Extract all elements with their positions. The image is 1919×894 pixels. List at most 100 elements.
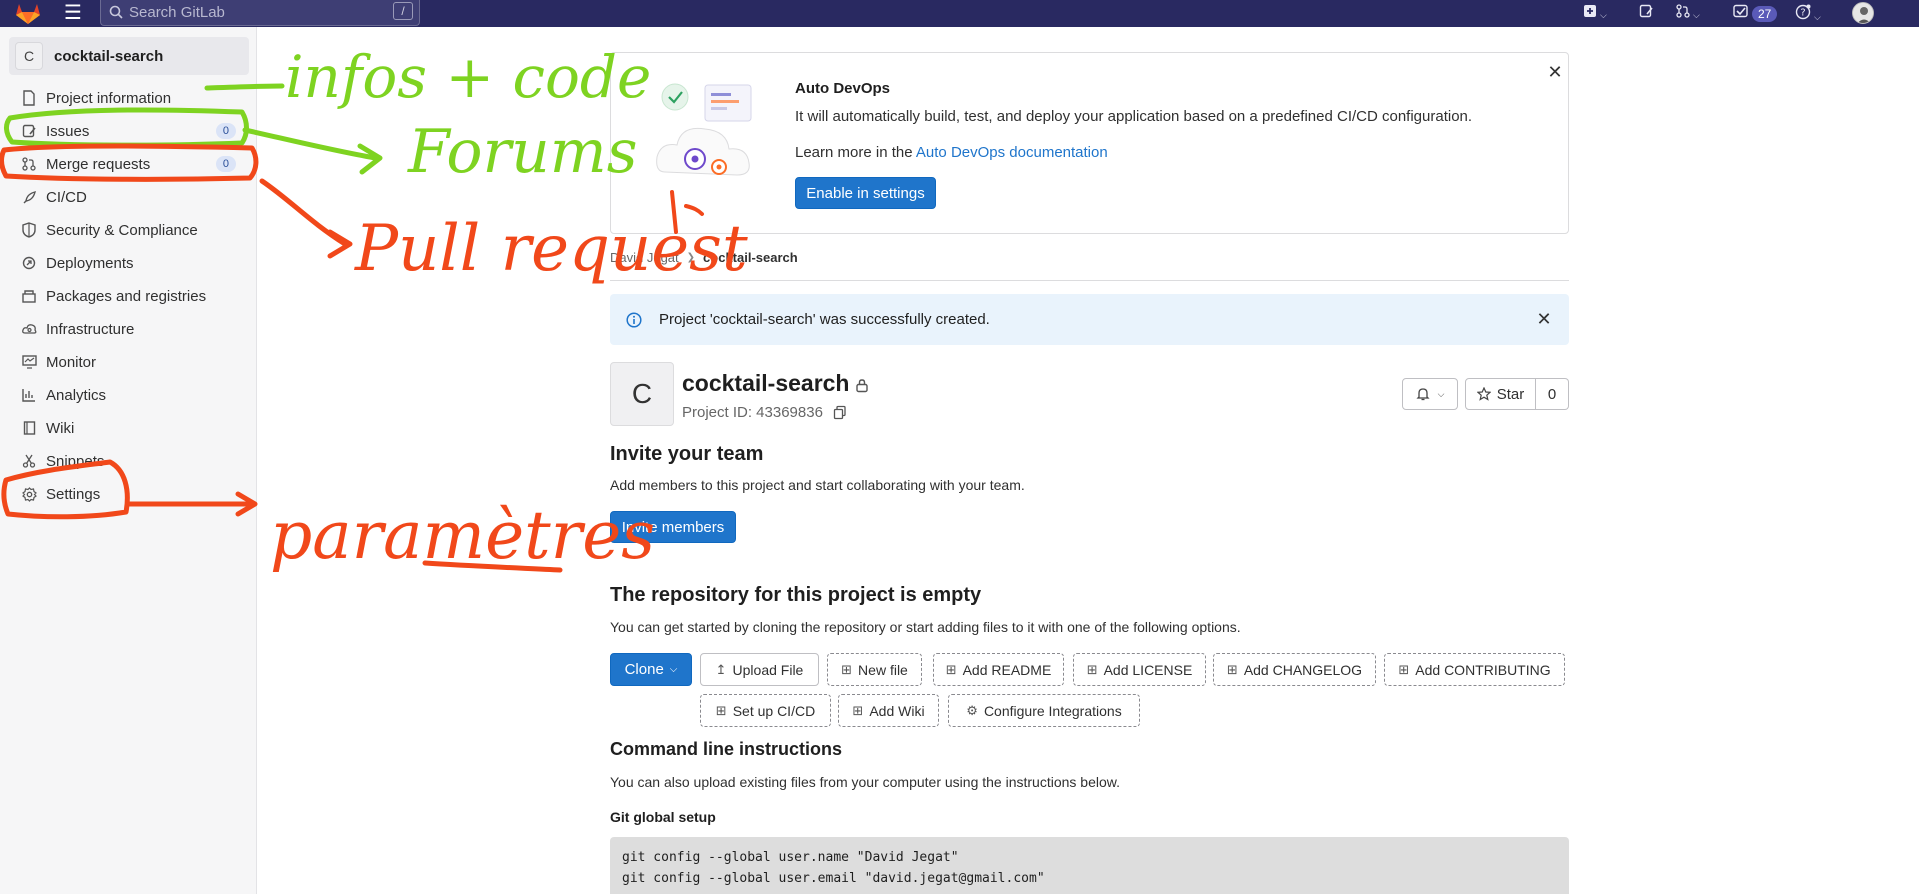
issues-nav-button[interactable] (1639, 4, 1653, 22)
help-icon: ? (1795, 4, 1811, 20)
gear-icon (20, 485, 38, 503)
auto-devops-docs-link[interactable]: Auto DevOps documentation (916, 144, 1108, 161)
enable-in-settings-button[interactable]: Enable in settings (795, 177, 936, 209)
gitlab-logo-icon[interactable] (14, 1, 42, 25)
chevron-down-icon: ⌵ (1600, 10, 1607, 20)
empty-repo-description: You can get started by cloning the repos… (610, 619, 1241, 635)
search-input[interactable]: Search GitLab / (100, 0, 420, 26)
star-icon (1476, 387, 1491, 401)
chevron-right-icon: ❯ (686, 252, 696, 263)
configure-integrations-label: Configure Integrations (983, 702, 1122, 719)
alert-message: Project 'cocktail-search' was successful… (659, 311, 990, 328)
chevron-down-icon: ⌵ (1437, 388, 1445, 399)
close-icon[interactable]: ✕ (1535, 310, 1553, 328)
project-id-text: Project ID: 43369836 (682, 404, 823, 421)
sidebar-item-monitor[interactable]: Monitor (0, 347, 256, 377)
invite-heading: Invite your team (610, 443, 764, 465)
add-readme-label: Add README (962, 661, 1052, 678)
annotation-forums: Forums (407, 117, 637, 187)
sidebar-item-label: Security & Compliance (46, 221, 198, 239)
git-global-setup-heading: Git global setup (610, 809, 716, 825)
search-icon (109, 5, 123, 19)
create-new-dropdown[interactable]: ⌵ (1583, 4, 1607, 22)
chevron-down-icon: ⌵ (669, 664, 678, 675)
setup-cicd-label: Set up CI/CD (732, 702, 816, 719)
sidebar-item-snippets[interactable]: Snippets (0, 446, 256, 476)
issues-icon (20, 122, 38, 140)
bell-icon (1416, 388, 1430, 401)
red-underline (422, 560, 563, 573)
sidebar-item-label: Wiki (46, 419, 75, 437)
sidebar-item-packages[interactable]: Packages and registries (0, 281, 256, 311)
sidebar-item-infrastructure[interactable]: Infrastructure (0, 314, 256, 344)
green-arrow-forums (242, 127, 383, 175)
setup-cicd-button[interactable]: ⊞ Set up CI/CD (700, 694, 831, 727)
project-sidebar: C cocktail-search Project information Is… (0, 27, 257, 894)
sidebar-project-name: cocktail-search (54, 47, 164, 65)
add-contributing-label: Add CONTRIBUTING (1415, 661, 1551, 678)
sidebar-item-settings[interactable]: Settings (0, 479, 256, 509)
upload-file-button[interactable]: ↥ Upload File (700, 653, 819, 686)
breadcrumb-current[interactable]: cocktail-search (703, 250, 798, 265)
sidebar-item-deployments[interactable]: Deployments (0, 248, 256, 278)
chevron-down-icon: ⌵ (1814, 12, 1821, 22)
hamburger-menu-icon[interactable]: ☰ (64, 3, 82, 23)
add-readme-button[interactable]: ⊞ Add README (933, 653, 1064, 686)
help-dropdown[interactable]: ? ⌵ (1795, 4, 1821, 22)
add-wiki-button[interactable]: ⊞ Add Wiki (838, 694, 939, 727)
breadcrumb: David Jegat ❯ cocktail-search (610, 250, 798, 265)
add-license-button[interactable]: ⊞ Add LICENSE (1073, 653, 1206, 686)
book-icon (20, 419, 38, 437)
annotation-parametres: paramètres (270, 497, 655, 574)
sidebar-item-analytics[interactable]: Analytics (0, 380, 256, 410)
breadcrumb-parent[interactable]: David Jegat (610, 250, 679, 265)
close-icon[interactable]: ✕ (1546, 63, 1564, 81)
merge-requests-dropdown[interactable]: ⌵ (1676, 4, 1700, 22)
sidebar-item-issues[interactable]: Issues 0 (0, 116, 256, 146)
star-count[interactable]: 0 (1536, 378, 1569, 410)
sidebar-item-wiki[interactable]: Wiki (0, 413, 256, 443)
red-arrow-pull-request (259, 178, 353, 259)
invite-members-button[interactable]: Invite members (610, 511, 736, 543)
todo-count-badge: 27 (1752, 6, 1778, 22)
sidebar-item-label: Monitor (46, 353, 97, 371)
breadcrumb-divider (610, 280, 1569, 281)
cli-heading: Command line instructions (610, 739, 843, 759)
user-avatar[interactable] (1852, 2, 1874, 24)
info-icon (626, 311, 642, 328)
invite-description: Add members to this project and start co… (610, 477, 1025, 493)
sidebar-project-header[interactable]: C cocktail-search (9, 37, 249, 75)
sidebar-item-project-information[interactable]: Project information (0, 83, 256, 113)
clone-dropdown-button[interactable]: Clone ⌵ (610, 653, 692, 686)
git-setup-code-block[interactable]: git config --global user.name "David Jeg… (610, 837, 1569, 894)
auto-devops-learn-more: Learn more in the Auto DevOps documentat… (795, 144, 1108, 161)
configure-integrations-button[interactable]: ⚙ Configure Integrations (948, 694, 1140, 727)
cloud-gear-icon (20, 320, 38, 338)
add-changelog-label: Add CHANGELOG (1243, 661, 1363, 678)
annotation-infos-code: infos + code (285, 43, 651, 111)
plus-square-icon: ⊞ (852, 702, 864, 718)
sidebar-item-cicd[interactable]: CI/CD (0, 182, 256, 212)
auto-devops-title: Auto DevOps (795, 80, 891, 97)
empty-repo-heading: The repository for this project is empty (610, 584, 982, 606)
code-line: git config --global user.name "David Jeg… (622, 850, 959, 865)
todos-button[interactable]: 27 (1733, 4, 1778, 22)
star-button[interactable]: Star (1465, 378, 1536, 410)
auto-devops-banner: Auto DevOps It will automatically build,… (610, 52, 1569, 234)
notification-settings-dropdown[interactable]: ⌵ (1402, 378, 1458, 410)
project-avatar: C (610, 362, 674, 426)
sidebar-item-merge-requests[interactable]: Merge requests 0 (0, 149, 256, 179)
svg-text:?: ? (1800, 8, 1805, 19)
shield-icon (20, 221, 38, 239)
merge-request-icon (20, 155, 38, 173)
sidebar-item-label: Merge requests (46, 155, 151, 173)
project-avatar: C (15, 42, 43, 70)
new-file-button[interactable]: ⊞ New file (827, 653, 922, 686)
copy-icon[interactable] (833, 405, 847, 420)
rocket-icon (20, 188, 38, 206)
add-changelog-button[interactable]: ⊞ Add CHANGELOG (1213, 653, 1376, 686)
user-photo-icon (1853, 3, 1873, 23)
add-contributing-button[interactable]: ⊞ Add CONTRIBUTING (1384, 653, 1565, 686)
merge-requests-count-badge: 0 (215, 156, 236, 172)
sidebar-item-security[interactable]: Security & Compliance (0, 215, 256, 245)
